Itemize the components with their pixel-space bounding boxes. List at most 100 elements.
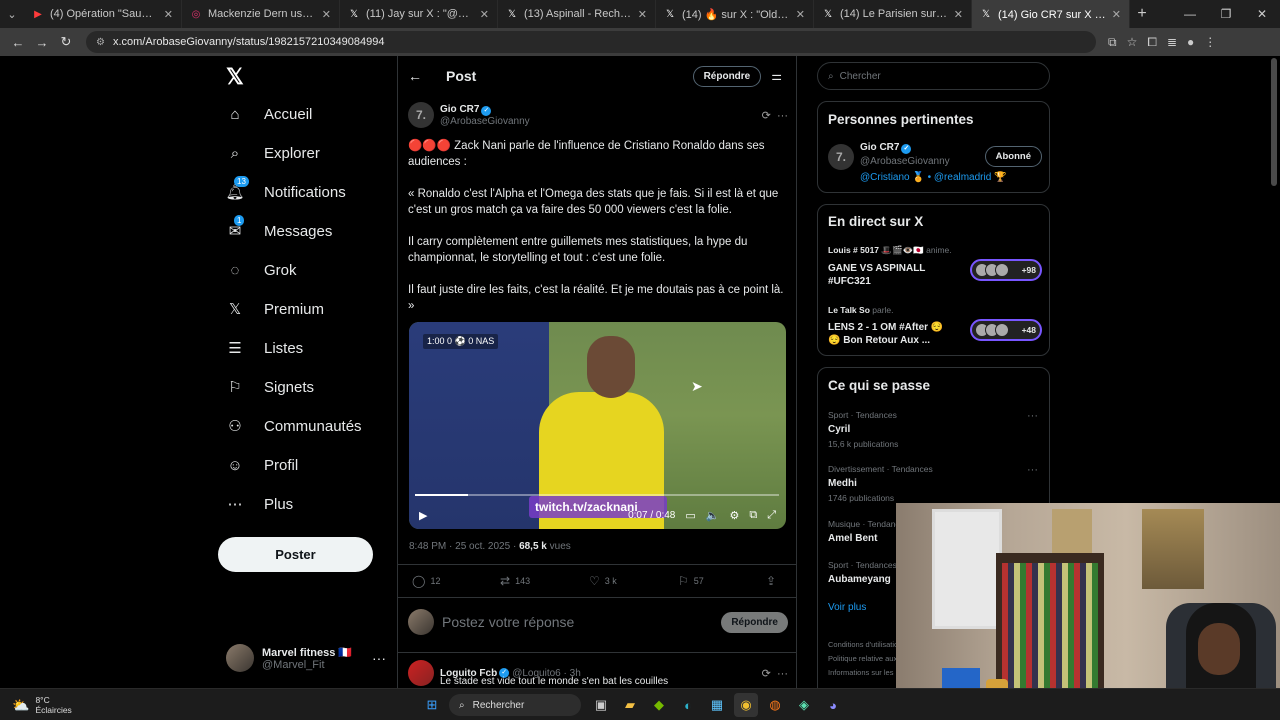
discord-icon[interactable]: ◕ (821, 693, 845, 717)
nav-item-accueil[interactable]: ⌂ Accueil (226, 105, 312, 123)
share-action[interactable]: ⇪ (766, 574, 781, 588)
nav-item-communautés[interactable]: ⚇ Communautés (226, 417, 361, 436)
nav-item-grok[interactable]: ◌ Grok (226, 261, 297, 279)
avatar[interactable]: 7. (408, 102, 434, 128)
footer-link[interactable]: Politique relative aux (828, 652, 902, 666)
trend-item[interactable]: Divertissement · Tendances Medhi 1746 pu… (828, 464, 1042, 503)
task-view-icon[interactable]: ▣ (589, 693, 613, 717)
close-tab-icon[interactable]: ✕ (322, 8, 331, 21)
browser-tab[interactable]: 𝕏 (14) Le Parisien sur X : "Aurore ✕ (814, 0, 972, 28)
app-icon[interactable]: ◈ (792, 693, 816, 717)
nav-item-signets[interactable]: ⚐ Signets (226, 378, 314, 397)
edge-icon[interactable]: ◐ (676, 693, 700, 717)
nav-item-listes[interactable]: ☰ Listes (226, 339, 303, 358)
play-icon[interactable]: ▶ (419, 509, 427, 522)
footer-link[interactable]: Conditions d'utilisation (828, 638, 902, 652)
reply-item[interactable]: Loguito Fcb ✓ @Loguito6 · 3h ⟳ ··· Le st… (408, 660, 788, 687)
reply-input[interactable]: Postez votre réponse (442, 614, 574, 630)
browser-tab[interactable]: 𝕏 (13) Aspinall - Recherche / X ✕ (498, 0, 656, 28)
captions-icon[interactable]: ▭ (685, 509, 695, 522)
settings-gear-icon[interactable]: ⚙ (729, 509, 739, 522)
person-bio[interactable]: @Cristiano 🏅 • @realmadrid 🏆 (860, 172, 1007, 183)
bookmark-star-icon[interactable]: ☆ (1127, 35, 1138, 50)
footer-link[interactable]: Informations sur les (828, 666, 902, 680)
browser-tab[interactable]: 𝕏 (11) Jay sur X : "@Borrachinhal ✕ (340, 0, 498, 28)
close-tab-icon[interactable]: ✕ (638, 8, 647, 21)
listeners-pill[interactable]: +98 (970, 259, 1042, 281)
nvidia-icon[interactable]: ◆ (647, 693, 671, 717)
back-arrow-icon[interactable]: ← (6, 35, 30, 50)
fullscreen-icon[interactable]: ⤢ (767, 509, 776, 522)
nav-item-plus[interactable]: ⋯ Plus (226, 495, 294, 514)
reply-action[interactable]: ◯ 12 (412, 574, 440, 588)
see-more-link[interactable]: Voir plus (828, 602, 866, 613)
browser-tab[interactable]: ◎ Mackenzie Dern usa (@macke ✕ (182, 0, 340, 28)
close-tab-icon[interactable]: ✕ (796, 8, 805, 21)
new-tab-button[interactable]: + (1130, 5, 1154, 23)
more-icon[interactable]: ··· (372, 650, 386, 666)
close-tab-icon[interactable]: ✕ (480, 8, 489, 21)
browser-tab[interactable]: 𝕏 (14) Gio CR7 sur X : "🔴🔴🔴 ✕ (972, 0, 1130, 28)
video-progress-bar[interactable] (415, 494, 779, 496)
live-item[interactable]: Louis # 5017 🎩🎬👁️🇯🇵 anime. GANE VS ASPIN… (828, 245, 1042, 288)
windows-start-icon[interactable]: ⊞ (420, 693, 444, 717)
tab-search-icon[interactable]: ⌄ (0, 0, 24, 28)
maximize-icon[interactable]: ❐ (1208, 7, 1244, 21)
account-switcher[interactable]: Marvel fitness 🇫🇷 @Marvel_Fit ··· (226, 644, 386, 672)
post-button[interactable]: Poster (218, 537, 373, 572)
close-tab-icon[interactable]: ✕ (164, 8, 173, 21)
profile-icon[interactable]: ● (1187, 35, 1194, 50)
close-window-icon[interactable]: ✕ (1244, 7, 1280, 21)
following-button[interactable]: Abonné (984, 146, 1042, 167)
scrollbar-thumb[interactable] (1271, 58, 1277, 186)
extensions-icon[interactable]: ⧠ (1147, 35, 1157, 50)
back-arrow-icon[interactable]: ← (408, 68, 422, 84)
minimize-icon[interactable]: — (1172, 7, 1208, 21)
author-name[interactable]: Gio CR7 (440, 104, 479, 115)
nav-item-explorer[interactable]: ⌕ Explorer (226, 144, 320, 162)
more-icon[interactable]: ⟳ ··· (762, 667, 788, 680)
browser-tab[interactable]: ▶ (4) Opération "Sauver Sarko", le ✕ (24, 0, 182, 28)
close-tab-icon[interactable]: ✕ (954, 8, 963, 21)
chrome-icon[interactable]: ◉ (734, 693, 758, 717)
listeners-pill[interactable]: +48 (970, 319, 1042, 341)
post-timestamp[interactable]: 8:48 PM · 25 oct. 2025 · (409, 541, 519, 552)
browser-menu-icon[interactable]: ⋮ (1204, 35, 1216, 50)
repost-action[interactable]: ⇄ 143 (500, 574, 530, 588)
x-logo-icon[interactable]: 𝕏 (226, 64, 244, 90)
firefox-icon[interactable]: ◍ (763, 693, 787, 717)
install-app-icon[interactable]: ⧉ (1108, 35, 1117, 50)
nav-item-messages[interactable]: ✉ 1 Messages (226, 215, 332, 240)
trend-item[interactable]: Sport · Tendances Cyril 15,6 k publicati… (828, 410, 1042, 449)
taskbar-search[interactable]: ⌕ Rechercher (449, 694, 581, 716)
search-input[interactable]: ⌕ Chercher (817, 62, 1050, 90)
author-handle[interactable]: @ArobaseGiovanny (440, 116, 530, 127)
more-icon[interactable]: ··· (1027, 464, 1038, 476)
reload-icon[interactable]: ↻ (54, 34, 78, 50)
store-icon[interactable]: ▦ (705, 693, 729, 717)
settings-sliders-icon[interactable]: ⚌ (771, 69, 782, 83)
grok-icon[interactable]: ⟳ ··· (762, 109, 788, 122)
avatar[interactable] (408, 660, 434, 686)
person-handle[interactable]: @ArobaseGiovanny (860, 156, 950, 167)
person-name[interactable]: Gio CR7 ✓ (860, 142, 912, 154)
like-action[interactable]: ♡ 3 k (589, 574, 617, 588)
pip-icon[interactable]: ⧉ (749, 509, 757, 522)
nav-item-notifications[interactable]: 🔔︎ 13 Notifications (225, 176, 346, 201)
close-tab-icon[interactable]: ✕ (1112, 8, 1121, 21)
file-explorer-icon[interactable]: ▰ (618, 693, 642, 717)
reply-submit-button[interactable]: Répondre (721, 611, 788, 633)
address-bar[interactable]: ⚙ x.com/ArobaseGiovanny/status/198215721… (86, 31, 1096, 53)
site-info-icon[interactable]: ⚙ (96, 37, 105, 48)
avatar[interactable]: 7. (828, 144, 854, 170)
nav-item-profil[interactable]: ☺ Profil (226, 456, 298, 474)
video-player[interactable]: 1:00 0 ⚽ 0 NAS ➤ twitch.tv/zacknani ▶ 0:… (409, 322, 786, 529)
forward-arrow-icon[interactable]: → (30, 35, 54, 50)
reply-button[interactable]: Répondre (692, 65, 762, 87)
media-control-icon[interactable]: ≣ (1167, 35, 1177, 50)
nav-item-premium[interactable]: 𝕏 Premium (226, 300, 324, 319)
browser-tab[interactable]: 𝕏 (14) 🔥 sur X : "Old Spain &gt; ✕ (656, 0, 814, 28)
bookmark-action[interactable]: ⚐ 57 (678, 574, 704, 588)
live-item[interactable]: Le Talk So parle. LENS 2 - 1 OM #After 😌… (828, 305, 1042, 347)
volume-icon[interactable]: 🔈 (706, 509, 720, 522)
